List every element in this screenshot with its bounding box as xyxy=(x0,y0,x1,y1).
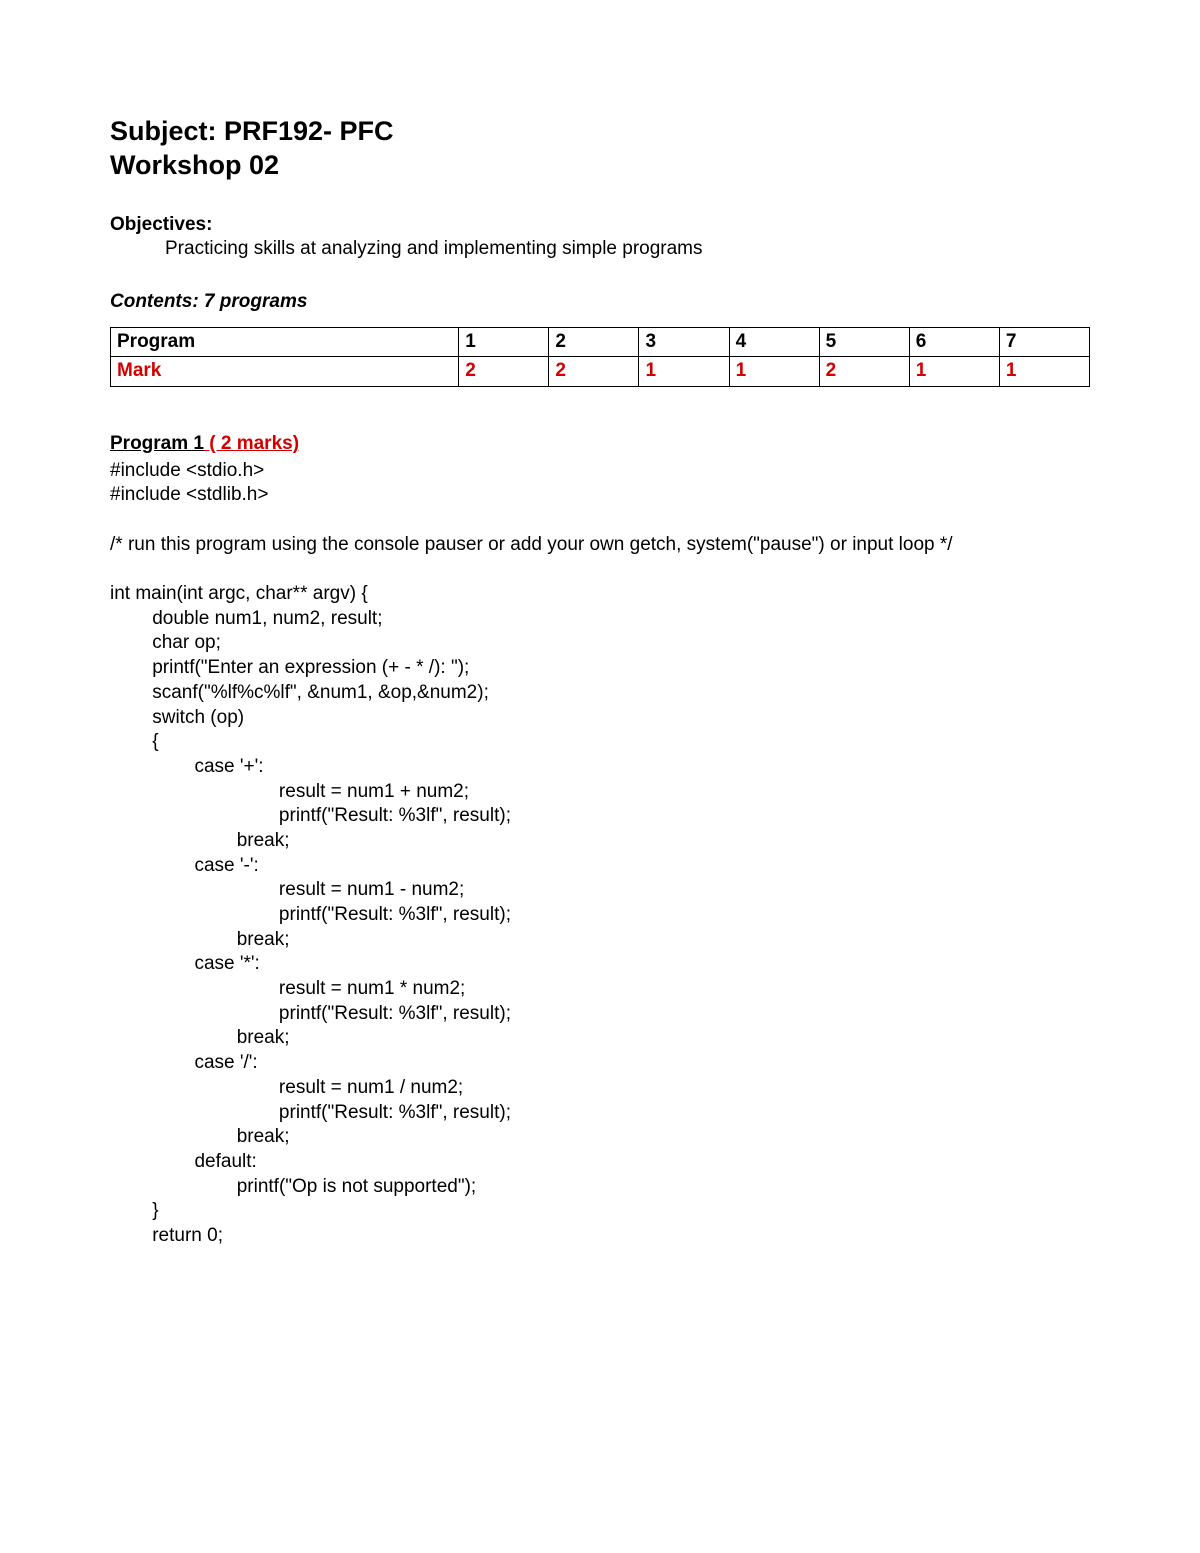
col-1: 1 xyxy=(459,327,549,357)
title-line-2: Workshop 02 xyxy=(110,149,1090,183)
mark-6: 1 xyxy=(909,357,999,387)
code-block: #include <stdio.h> #include <stdlib.h> /… xyxy=(110,459,1090,1249)
col-5: 5 xyxy=(819,327,909,357)
col-program: Program xyxy=(111,327,459,357)
program1-label: Program 1 xyxy=(110,433,204,454)
title-line-1: Subject: PRF192- PFC xyxy=(110,115,1090,149)
col-4: 4 xyxy=(729,327,819,357)
document-title: Subject: PRF192- PFC Workshop 02 xyxy=(110,115,1090,183)
contents-heading: Contents: 7 programs xyxy=(110,290,1090,315)
col-6: 6 xyxy=(909,327,999,357)
program1-marks: ( 2 marks) xyxy=(204,433,299,454)
table-mark-row: Mark 2 2 1 1 2 1 1 xyxy=(111,357,1090,387)
mark-7: 1 xyxy=(999,357,1089,387)
mark-1: 2 xyxy=(459,357,549,387)
mark-4: 1 xyxy=(729,357,819,387)
col-3: 3 xyxy=(639,327,729,357)
objectives-heading: Objectives: xyxy=(110,213,1090,238)
objectives-text: Practicing skills at analyzing and imple… xyxy=(165,237,1090,262)
mark-5: 2 xyxy=(819,357,909,387)
mark-3: 1 xyxy=(639,357,729,387)
col-7: 7 xyxy=(999,327,1089,357)
table-header-row: Program 1 2 3 4 5 6 7 xyxy=(111,327,1090,357)
program1-heading: Program 1 ( 2 marks) xyxy=(110,432,1090,457)
col-2: 2 xyxy=(549,327,639,357)
mark-2: 2 xyxy=(549,357,639,387)
marks-table: Program 1 2 3 4 5 6 7 Mark 2 2 1 1 2 1 1 xyxy=(110,327,1090,387)
mark-label: Mark xyxy=(111,357,459,387)
